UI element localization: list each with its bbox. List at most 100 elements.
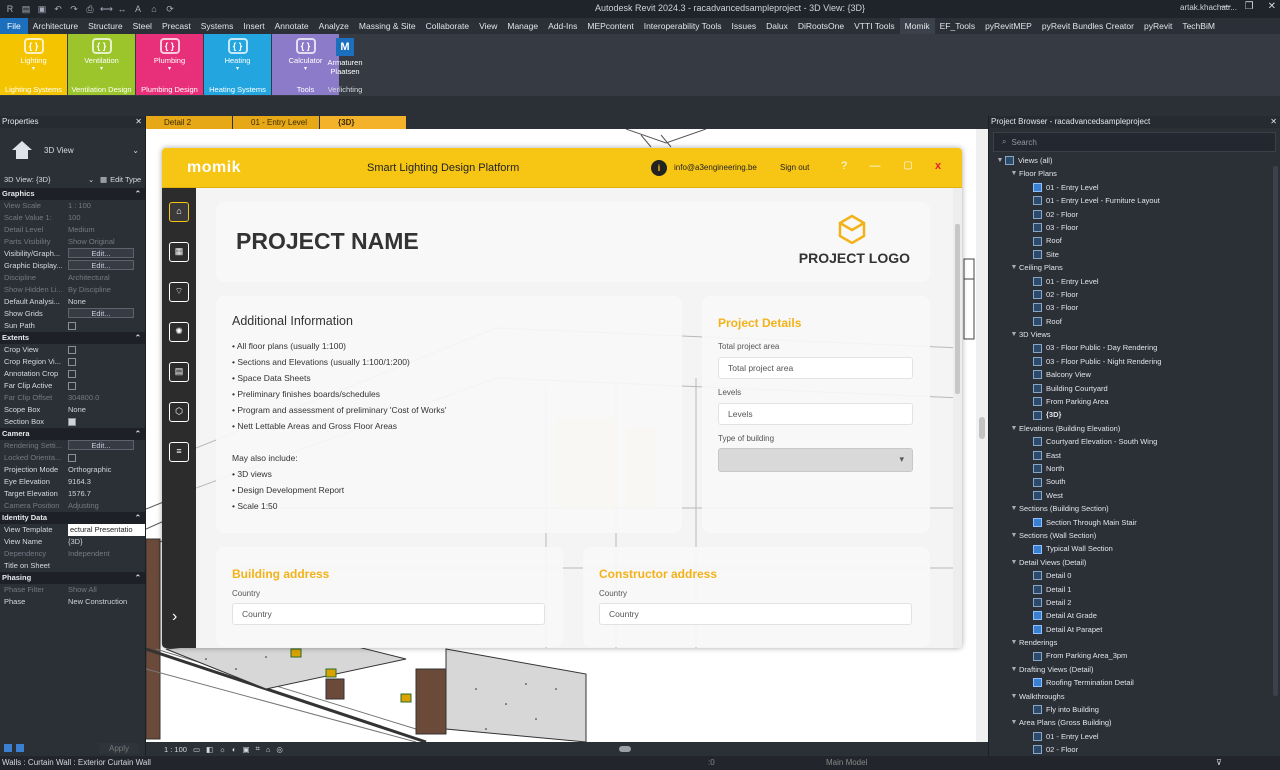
- expand-sidebar-icon[interactable]: ›: [172, 608, 177, 626]
- property-value[interactable]: Orthographic: [68, 464, 145, 476]
- minimize-icon[interactable]: —: [868, 160, 882, 172]
- crop-icon[interactable]: ⌗: [256, 744, 260, 754]
- menu-pyrevitmep[interactable]: pyRevitMEP: [980, 18, 1037, 34]
- browser-node[interactable]: ▼ Renderings: [995, 636, 1280, 649]
- instance-selector[interactable]: 3D View: {3D}: [4, 172, 88, 188]
- browser-node[interactable]: 02 - Floor: [995, 288, 1280, 301]
- browser-node[interactable]: West: [995, 489, 1280, 502]
- browser-node[interactable]: 01 - Entry Level: [995, 730, 1280, 743]
- menu-mepcontent[interactable]: MEPcontent: [582, 18, 638, 34]
- collapse-toggle-icon[interactable]: ▼: [1009, 636, 1019, 649]
- browser-node[interactable]: Detail 1: [995, 583, 1280, 596]
- browser-node[interactable]: Section Through Main Stair: [995, 516, 1280, 529]
- menu-interoperability-tools[interactable]: Interoperability Tools: [639, 18, 727, 34]
- lock-3d-icon[interactable]: ⌂: [266, 745, 271, 754]
- edit-button[interactable]: Edit...: [68, 260, 134, 270]
- maximize-icon[interactable]: ▢: [901, 160, 915, 171]
- browser-node[interactable]: Typical Wall Section: [995, 542, 1280, 555]
- viewport-vertical-scrollbar[interactable]: [976, 129, 988, 742]
- menu-add-ins[interactable]: Add-Ins: [543, 18, 582, 34]
- menu-insert[interactable]: Insert: [238, 18, 269, 34]
- lighting-button[interactable]: { } Lighting ▾: [0, 34, 67, 84]
- menu-ef-tools[interactable]: EF_Tools: [935, 18, 980, 34]
- browser-node[interactable]: ▼ Elevations (Building Elevation): [995, 422, 1280, 435]
- close-icon[interactable]: ✕: [135, 116, 142, 128]
- project-icon[interactable]: ⌂: [169, 202, 189, 222]
- account-icon[interactable]: i: [651, 160, 667, 176]
- edit-button[interactable]: Edit...: [68, 248, 134, 258]
- menu-architecture[interactable]: Architecture: [28, 18, 83, 34]
- project-name[interactable]: PROJECT NAME: [236, 228, 419, 255]
- browser-node[interactable]: ▼ Ceiling Plans: [995, 261, 1280, 274]
- close-icon[interactable]: x: [931, 160, 945, 172]
- collapse-toggle-icon[interactable]: ▼: [1009, 261, 1019, 274]
- home-icon[interactable]: ⌂: [148, 4, 160, 15]
- edit-button[interactable]: Edit...: [68, 440, 134, 450]
- collapse-toggle-icon[interactable]: ▼: [1009, 716, 1019, 729]
- checkbox[interactable]: [68, 454, 76, 462]
- total-area-input[interactable]: Total project area: [718, 357, 913, 379]
- section-camera[interactable]: Camera: [0, 428, 145, 440]
- menu-file[interactable]: File: [0, 18, 28, 34]
- browser-node[interactable]: ▼ Area Plans (Gross Building): [995, 716, 1280, 729]
- properties-toggle-icon[interactable]: [16, 744, 24, 752]
- property-value[interactable]: None: [68, 296, 145, 308]
- help-icon[interactable]: ?: [837, 160, 851, 172]
- sync-icon[interactable]: ⟳: [164, 4, 176, 15]
- main-model-selector[interactable]: Main Model: [826, 756, 867, 770]
- browser-node[interactable]: From Parking Area: [995, 395, 1280, 408]
- property-value[interactable]: {3D}: [68, 536, 145, 548]
- browser-node[interactable]: Detail 2: [995, 596, 1280, 609]
- open-icon[interactable]: ▤: [20, 4, 32, 15]
- close-icon[interactable]: ✕: [1268, 1, 1276, 12]
- checkbox[interactable]: [68, 346, 76, 354]
- browser-search[interactable]: ⌕ Search: [993, 132, 1276, 152]
- filter-icon[interactable]: ⊽: [1216, 756, 1222, 770]
- floorplan-icon[interactable]: ▦: [169, 242, 189, 262]
- content-scrollbar[interactable]: [953, 188, 962, 648]
- property-value[interactable]: [68, 560, 145, 572]
- collapse-toggle-icon[interactable]: ▼: [995, 154, 1005, 167]
- browser-node[interactable]: South: [995, 475, 1280, 488]
- menu-vtti-tools[interactable]: VTTI Tools: [849, 18, 899, 34]
- browser-node[interactable]: ▼ Floor Plans: [995, 167, 1280, 180]
- render-icon[interactable]: ▣: [243, 745, 250, 754]
- browser-node[interactable]: Fly into Building: [995, 703, 1280, 716]
- project-logo-label[interactable]: PROJECT LOGO: [799, 250, 910, 266]
- export-icon[interactable]: ⬡: [169, 402, 189, 422]
- tab-view[interactable]: 01 - Entry Level: [233, 116, 319, 129]
- checkbox[interactable]: [68, 358, 76, 366]
- scroll-thumb[interactable]: [955, 224, 960, 394]
- menu-structure[interactable]: Structure: [83, 18, 128, 34]
- browser-node[interactable]: Roof: [995, 234, 1280, 247]
- menu-manage[interactable]: Manage: [502, 18, 543, 34]
- menu-techbim[interactable]: TechBiM: [1177, 18, 1220, 34]
- browser-node[interactable]: Site: [995, 248, 1280, 261]
- browser-node[interactable]: ▼ Walkthroughs: [995, 690, 1280, 703]
- collapse-toggle-icon[interactable]: ▼: [1009, 663, 1019, 676]
- menu-issues[interactable]: Issues: [727, 18, 762, 34]
- collapse-toggle-icon[interactable]: ▼: [1009, 422, 1019, 435]
- browser-node[interactable]: ▼ Drafting Views (Detail): [995, 663, 1280, 676]
- building-type-select[interactable]: [718, 448, 913, 472]
- property-value[interactable]: [68, 416, 145, 428]
- view-scale[interactable]: 1 : 100: [164, 745, 187, 754]
- browser-node[interactable]: 01 - Entry Level - Furniture Layout: [995, 194, 1280, 207]
- property-value[interactable]: New Construction: [68, 596, 145, 608]
- section-phasing[interactable]: Phasing: [0, 572, 145, 584]
- collapse-toggle-icon[interactable]: ▼: [1009, 556, 1019, 569]
- text-icon[interactable]: A: [132, 4, 144, 15]
- ventilation-button[interactable]: { } Ventilation ▾: [68, 34, 135, 84]
- menu-dirootsone[interactable]: DiRootsOne: [793, 18, 849, 34]
- checkbox[interactable]: [68, 382, 76, 390]
- menu-pyrevit[interactable]: pyRevit: [1139, 18, 1177, 34]
- property-value[interactable]: Edit...: [68, 248, 145, 260]
- browser-node[interactable]: ▼ Sections (Building Section): [995, 502, 1280, 515]
- property-value[interactable]: [68, 320, 145, 332]
- collapse-toggle-icon[interactable]: ▼: [1009, 502, 1019, 515]
- menu-view[interactable]: View: [474, 18, 502, 34]
- browser-node[interactable]: {3D}: [995, 408, 1280, 421]
- menu-pyrevit-bundles-creator[interactable]: pyRevit Bundles Creator: [1037, 18, 1139, 34]
- menu-annotate[interactable]: Annotate: [270, 18, 314, 34]
- browser-node[interactable]: Detail 0: [995, 569, 1280, 582]
